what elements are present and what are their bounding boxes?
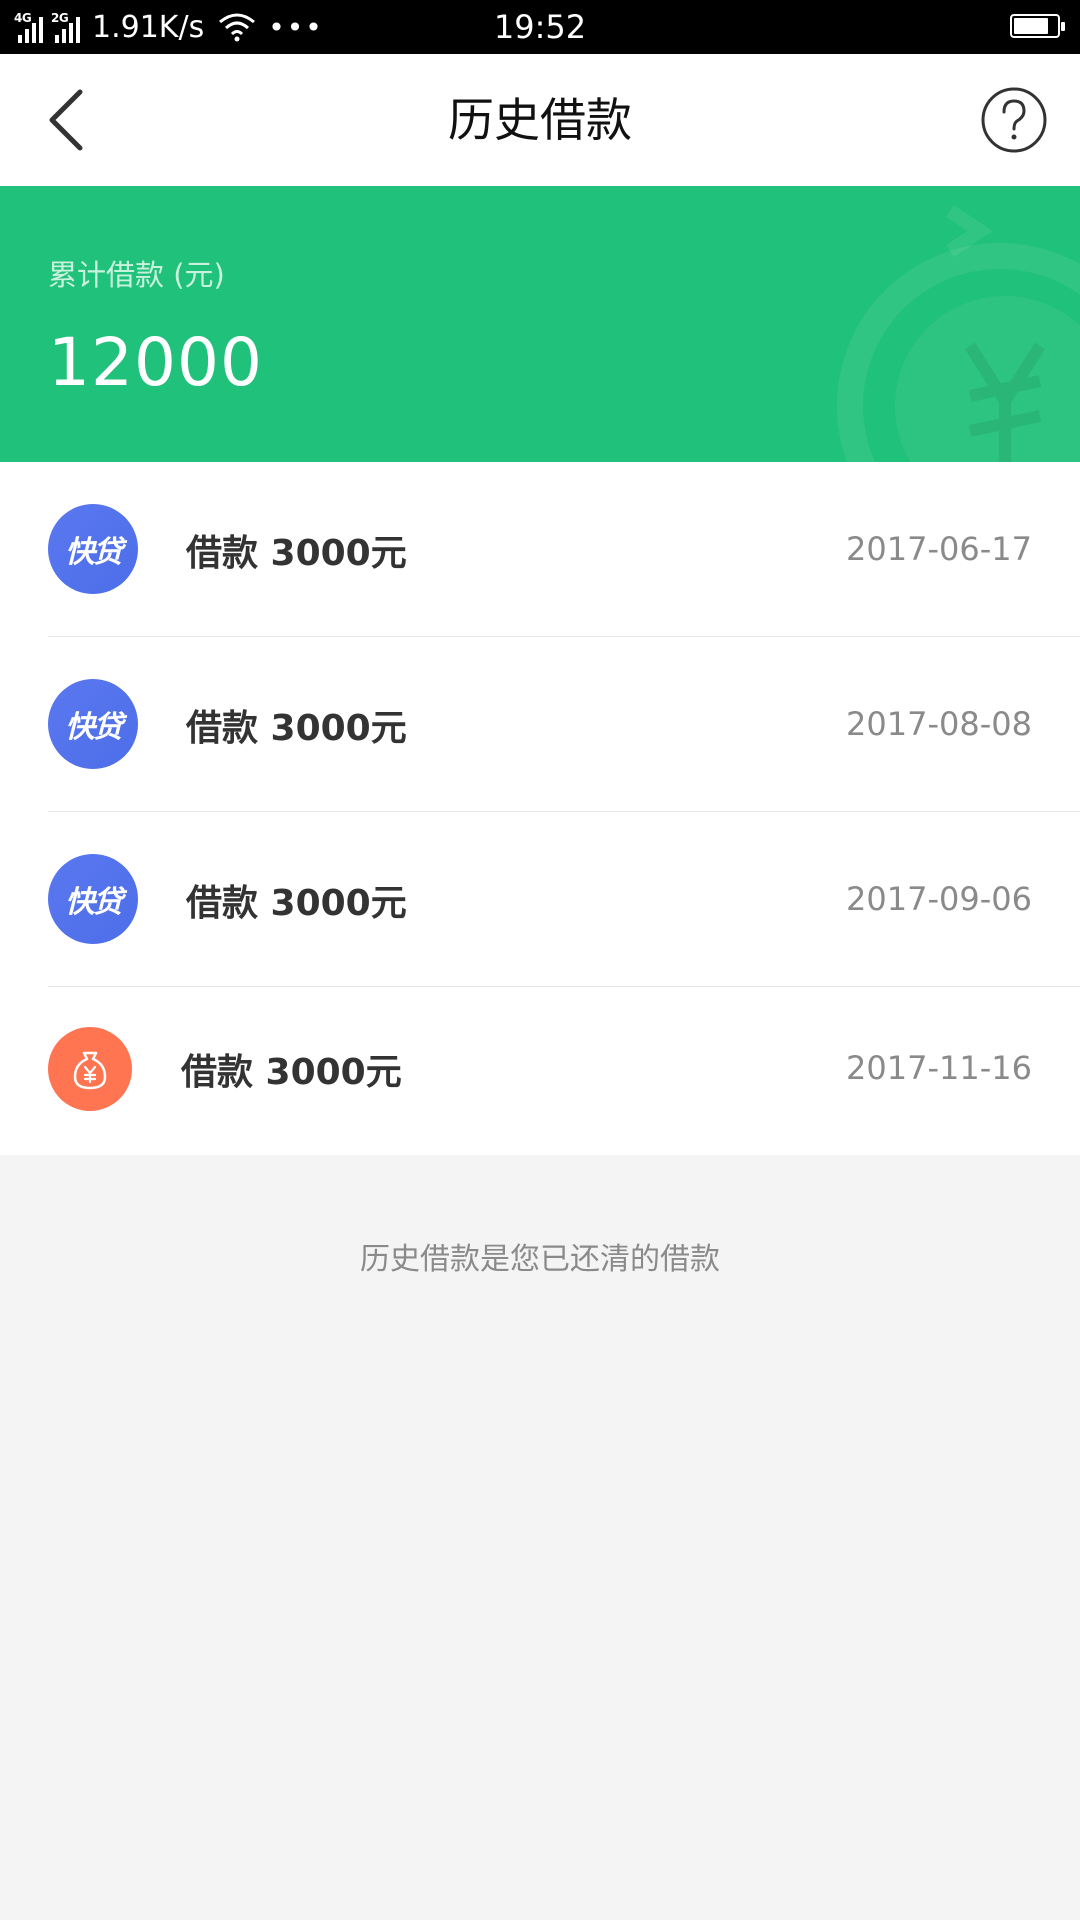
loan-list-item[interactable]: 借款 3000元 2017-11-16	[0, 987, 1080, 1155]
status-bar: 4G 2G 1.91K/s ••• 19:52	[0, 0, 1080, 54]
app-header: 历史借款	[0, 54, 1080, 186]
battery-icon	[1010, 14, 1065, 38]
loan-amount: 借款 3000元	[186, 883, 407, 924]
kuaidai-logo-icon: 快贷	[48, 854, 138, 944]
yuan-coin-watermark-icon	[837, 205, 1080, 462]
clock: 19:52	[493, 8, 587, 46]
page-title: 历史借款	[448, 93, 632, 147]
money-bag-icon	[73, 1051, 107, 1090]
loan-date: 2017-08-08	[846, 705, 1032, 743]
loan-list-item[interactable]: 快贷 借款 3000元 2017-08-08	[0, 637, 1080, 812]
history-footnote: 历史借款是您已还清的借款	[360, 1242, 720, 1277]
logo-text: 快贷	[65, 885, 123, 920]
loan-amount: 借款 3000元	[186, 533, 407, 574]
loan-amount: 借款 3000元	[181, 1052, 402, 1093]
question-circle-icon	[981, 87, 1047, 153]
total-borrowed-label: 累计借款 (元)	[48, 258, 225, 292]
money-bag-icon	[48, 1027, 132, 1111]
loan-date: 2017-11-16	[846, 1049, 1032, 1087]
back-button[interactable]	[40, 84, 110, 156]
kuaidai-logo-icon: 快贷	[48, 679, 138, 769]
help-button[interactable]	[980, 86, 1048, 154]
loan-history-list: 快贷 借款 3000元 2017-06-17 快贷 借款 3000元 2017-…	[0, 462, 1080, 1155]
logo-text: 快贷	[65, 710, 123, 745]
loan-date: 2017-09-06	[846, 880, 1032, 918]
loan-list-item[interactable]: 快贷 借款 3000元 2017-09-06	[0, 812, 1080, 987]
loan-amount: 借款 3000元	[186, 708, 407, 749]
total-borrowed-amount: 12000	[48, 324, 263, 401]
logo-text: 快贷	[65, 535, 123, 570]
kuaidai-logo-icon: 快贷	[48, 504, 138, 594]
total-borrowed-card: 累计借款 (元) 12000	[0, 186, 1080, 462]
loan-date: 2017-06-17	[846, 530, 1032, 568]
loan-list-item[interactable]: 快贷 借款 3000元 2017-06-17	[0, 462, 1080, 637]
chevron-left-icon	[49, 89, 83, 151]
